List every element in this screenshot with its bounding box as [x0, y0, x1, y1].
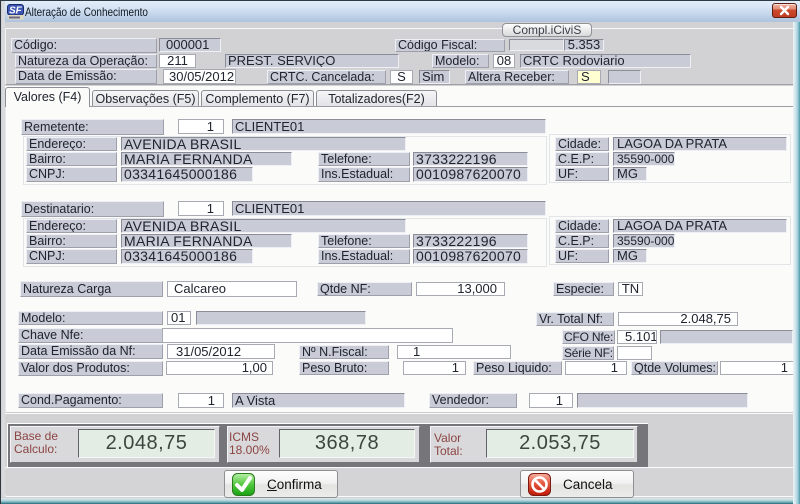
svg-text:SF: SF: [9, 6, 23, 17]
